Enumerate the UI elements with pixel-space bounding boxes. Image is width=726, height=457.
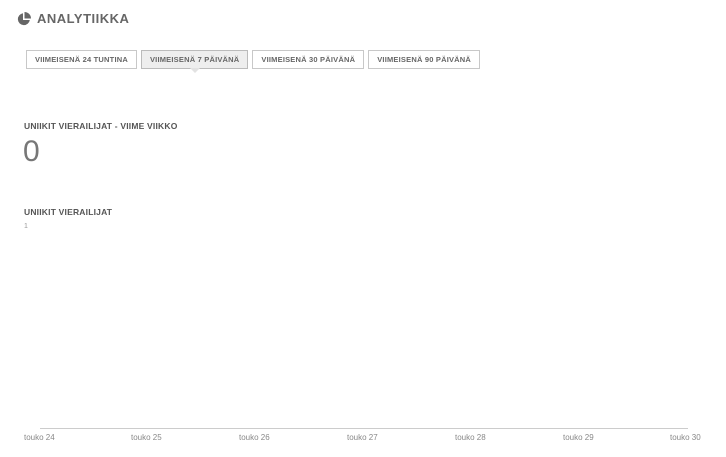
summary-label: UNIIKIT VIERAILIJAT - VIIME VIIKKO [24,121,178,131]
x-tick-label: touko 29 [563,433,594,442]
x-axis-line [40,428,688,429]
x-tick-label: touko 26 [239,433,270,442]
range-tabs: VIIMEISENÄ 24 TUNTINA VIIMEISENÄ 7 PÄIVÄ… [26,50,481,69]
page-title: ANALYTIIKKA [37,11,130,26]
tab-label: VIIMEISENÄ 90 PÄIVÄNÄ [377,55,472,64]
tab-last-90-days[interactable]: VIIMEISENÄ 90 PÄIVÄNÄ [368,50,481,69]
tab-label: VIIMEISENÄ 24 TUNTINA [35,55,128,64]
x-tick-label: touko 25 [131,433,162,442]
chart-title: UNIIKIT VIERAILIJAT [24,207,113,217]
x-tick-label: touko 24 [24,433,55,442]
x-tick-label: touko 27 [347,433,378,442]
visitors-chart [0,230,726,457]
y-axis-max-label: 1 [24,223,28,230]
tab-last-24-hours[interactable]: VIIMEISENÄ 24 TUNTINA [26,50,137,69]
tab-label: VIIMEISENÄ 30 PÄIVÄNÄ [261,55,356,64]
tab-last-30-days[interactable]: VIIMEISENÄ 30 PÄIVÄNÄ [252,50,365,69]
summary-value: 0 [23,135,40,168]
x-axis-labels: touko 24 touko 25 touko 26 touko 27 touko 28… [0,433,726,447]
x-tick-label: touko 28 [455,433,486,442]
tab-last-7-days[interactable]: VIIMEISENÄ 7 PÄIVÄNÄ [140,50,249,69]
pie-chart-icon [17,11,31,25]
tab-label: VIIMEISENÄ 7 PÄIVÄNÄ [149,55,240,64]
x-tick-label: touko 30 [670,433,701,442]
page-header: ANALYTIIKKA [17,11,129,26]
